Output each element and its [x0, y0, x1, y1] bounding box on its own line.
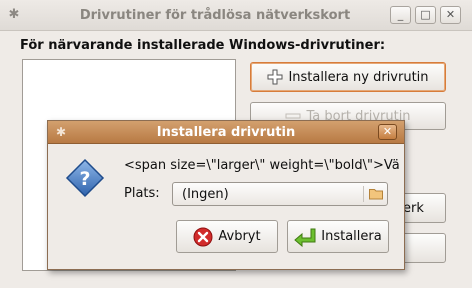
close-button[interactable]: ✕: [440, 6, 461, 24]
main-titlebar[interactable]: ✱ Drivrutiner för trådlösa nätverkskort …: [0, 0, 472, 31]
folder-icon: [369, 189, 383, 200]
dialog-message: <span size=\"larger\" weight=\"bold\">Vä: [124, 158, 400, 173]
plus-icon: [267, 69, 283, 85]
install-button[interactable]: Installera: [287, 220, 389, 253]
enter-arrow-icon: [294, 228, 316, 247]
close-icon: ✕: [382, 125, 393, 138]
dialog-titlebar[interactable]: ✱ Installera drivrutin ✕: [48, 121, 404, 144]
location-file-chooser[interactable]: (Ingen): [172, 182, 388, 206]
install-label: Installera: [321, 229, 382, 244]
close-icon: ✕: [445, 8, 456, 21]
cancel-icon: [193, 227, 213, 246]
maximize-icon: □: [420, 8, 431, 21]
cancel-button[interactable]: Avbryt: [176, 220, 278, 253]
minimize-button[interactable]: _: [390, 6, 411, 24]
minimize-icon: _: [397, 8, 404, 21]
window-title: Drivrutiner för trådlösa nätverkskort: [79, 8, 351, 23]
dialog-close-button[interactable]: ✕: [378, 124, 397, 140]
cancel-label: Avbryt: [218, 229, 261, 244]
network-button-label: erk: [403, 200, 424, 216]
install-new-driver-button[interactable]: Installera ny drivrutin: [250, 62, 446, 92]
combo-separator: [363, 186, 364, 202]
install-driver-dialog: ✱ Installera drivrutin ✕ ? <span size=\"…: [47, 120, 405, 270]
question-icon: ?: [65, 158, 105, 198]
location-value: (Ingen): [182, 187, 229, 202]
install-new-driver-label: Installera ny drivrutin: [288, 69, 429, 85]
maximize-button[interactable]: □: [415, 6, 436, 24]
location-label: Plats:: [124, 186, 160, 201]
installed-drivers-heading: För närvarande installerade Windows-driv…: [20, 38, 386, 53]
dialog-title: Installera drivrutin: [156, 125, 296, 140]
svg-text:?: ?: [79, 168, 90, 190]
